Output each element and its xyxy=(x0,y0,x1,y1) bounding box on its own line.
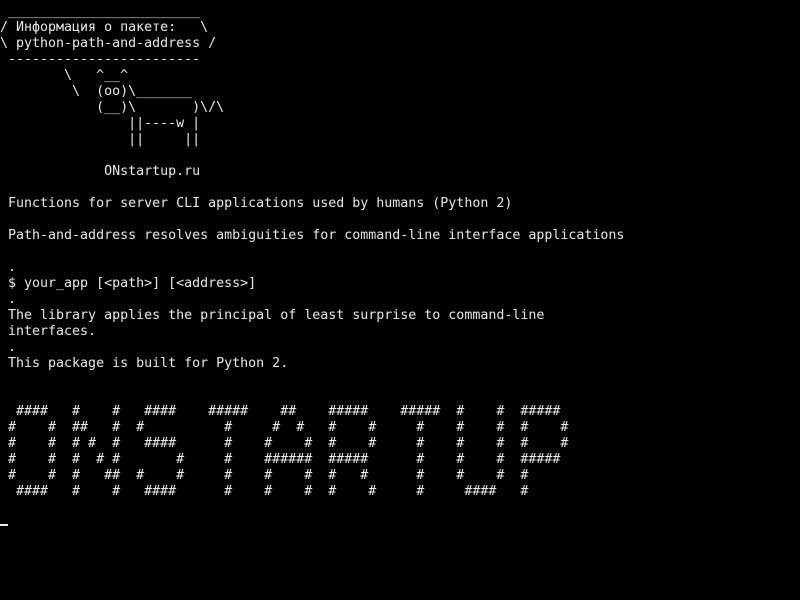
cowsay-line: ||----w | xyxy=(0,116,201,131)
description-line: $ your_app [<path>] [<address>] xyxy=(0,276,257,291)
terminal-cursor[interactable] xyxy=(0,524,8,526)
cowsay-line: / Информация о пакете: \ xyxy=(0,20,209,35)
site-label: ONstartup.ru xyxy=(0,164,201,179)
cowsay-line: ------------------------ xyxy=(0,52,201,67)
cowsay-line: (__)\ )\/\ xyxy=(0,100,225,115)
description-line: The library applies the principal of lea… xyxy=(0,308,545,323)
description-line: . xyxy=(0,260,17,275)
description-line: This package is built for Python 2. xyxy=(0,356,289,371)
banner-line: # # # # # # # ###### ##### # # # ##### xyxy=(0,452,561,467)
cowsay-line: ________________________ xyxy=(0,4,201,19)
cowsay-line: || || xyxy=(0,132,201,147)
description-line: interfaces. xyxy=(0,324,97,339)
banner-line: # # # # # #### # # # # # # # # # # xyxy=(0,436,569,451)
banner-line: # # ## # # # # # # # # # # # # xyxy=(0,420,569,435)
cowsay-line: \ ^__^ xyxy=(0,68,129,83)
cowsay-line: \ (oo)\_______ xyxy=(0,84,193,99)
banner-line: #### # # #### ##### ## ##### ##### # # #… xyxy=(0,404,561,419)
cowsay-line: \ python-path-and-address / xyxy=(0,36,217,51)
description-line: . xyxy=(0,340,17,355)
description-line: Path-and-address resolves ambiguities fo… xyxy=(0,228,625,243)
description-line: . xyxy=(0,292,17,307)
banner-line: # # # ## # # # # # # # # # # # xyxy=(0,468,529,483)
description-line: Functions for server CLI applications us… xyxy=(0,196,513,211)
banner-line: #### # # #### # # # # # # #### # xyxy=(0,484,529,499)
